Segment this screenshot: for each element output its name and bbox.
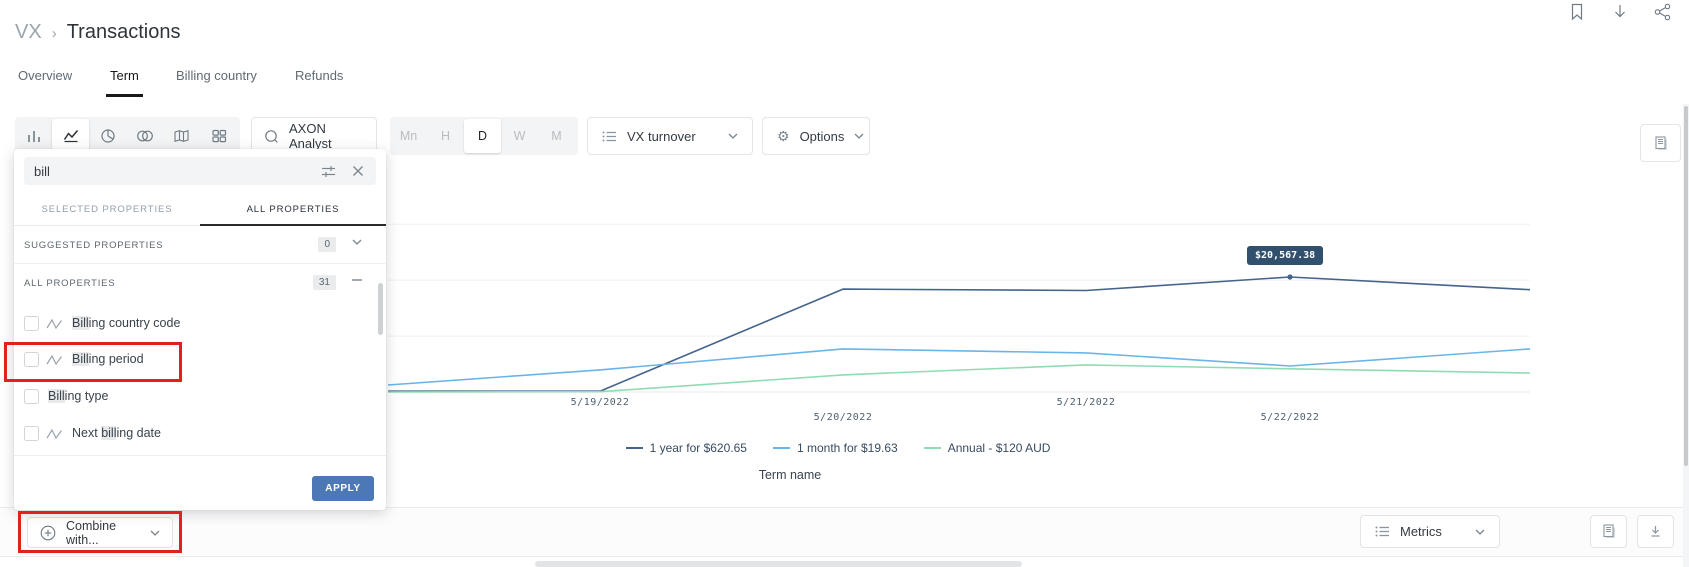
combine-with-button[interactable]: Combine with... (27, 517, 173, 548)
download-icon[interactable] (1609, 1, 1631, 23)
legend-color-dash (626, 447, 643, 449)
trend-line-icon (46, 353, 63, 366)
property-label: Billing type (48, 389, 108, 403)
chevron-down-icon (1475, 529, 1485, 535)
section-label: ALL PROPERTIES (24, 278, 115, 289)
apply-button[interactable]: APPLY (312, 476, 374, 501)
footer-bottom-divider (0, 556, 1689, 557)
table-report-button[interactable] (1590, 515, 1627, 548)
property-row-billing-country-code[interactable]: Billing country code (14, 306, 374, 342)
breadcrumb-separator-icon: › (52, 25, 57, 42)
section-suggested-properties[interactable]: SUGGESTED PROPERTIES 0 (14, 226, 386, 264)
legend-item[interactable]: 1 year for $620.65 (626, 441, 747, 455)
header-actions (1566, 1, 1674, 23)
count-badge: 31 (313, 275, 336, 290)
property-label: Next billing date (72, 426, 161, 440)
legend-label: 1 month for $19.63 (797, 441, 898, 455)
metrics-dropdown[interactable]: Metrics (1360, 515, 1500, 548)
tab-selected-properties[interactable]: SELECTED PROPERTIES (14, 193, 200, 226)
metrics-label: Metrics (1400, 524, 1442, 539)
trend-line-icon (46, 317, 63, 330)
axon-analyst-label: AXON Analyst (289, 121, 364, 151)
properties-panel: SELECTED PROPERTIES ALL PROPERTIES SUGGE… (14, 149, 386, 510)
legend-color-dash (773, 447, 790, 449)
section-label: SUGGESTED PROPERTIES (24, 240, 163, 251)
breadcrumb-root[interactable]: VX (15, 21, 42, 44)
axon-analyst-icon (264, 129, 279, 144)
combine-with-label: Combine with... (66, 519, 140, 547)
page-scrollbar[interactable] (1683, 104, 1689, 567)
checkbox[interactable] (24, 316, 39, 331)
tab-term[interactable]: Term (110, 68, 139, 97)
report-pages-icon (1601, 523, 1617, 540)
x-axis-tick: 5/21/2022 (1026, 397, 1146, 408)
granularity-d[interactable]: D (464, 119, 501, 153)
section-all-properties[interactable]: ALL PROPERTIES 31 (14, 264, 386, 302)
chevron-down-icon (728, 133, 738, 139)
report-copy-button[interactable] (1640, 124, 1681, 162)
trend-line-icon (46, 427, 63, 440)
chevron-down-icon[interactable] (352, 239, 362, 245)
property-row-billing-type[interactable]: Billing type (14, 379, 374, 415)
line-chart (388, 150, 1530, 393)
panel-scrollbar-thumb[interactable] (378, 283, 383, 335)
metric-dropdown-label: VX turnover (627, 129, 696, 144)
close-icon[interactable] (352, 165, 364, 177)
collapse-minus-icon[interactable] (352, 277, 362, 283)
gear-icon: ⚙ (777, 129, 790, 143)
x-axis-tick: 5/22/2022 (1230, 412, 1350, 423)
list-icon (1375, 525, 1390, 538)
x-axis-tick: 5/20/2022 (783, 412, 903, 423)
legend-color-dash (924, 447, 941, 449)
breadcrumb: VX › Transactions (15, 21, 180, 44)
chart-tooltip: $20,567.38 (1247, 246, 1323, 265)
legend-item[interactable]: 1 month for $19.63 (773, 441, 898, 455)
tab-overview[interactable]: Overview (18, 68, 72, 97)
plus-circle-icon (40, 525, 56, 541)
property-row-next-billing-date[interactable]: Next billing date (14, 416, 374, 452)
share-icon[interactable] (1652, 1, 1674, 23)
line-chart-icon[interactable] (52, 119, 89, 153)
table-horizontal-scrollbar[interactable] (535, 561, 1022, 567)
export-download-button[interactable] (1637, 515, 1674, 548)
count-badge: 0 (318, 237, 336, 252)
tab-refunds[interactable]: Refunds (295, 68, 343, 97)
report-pages-icon (1653, 135, 1669, 152)
download-box-icon (1648, 524, 1663, 539)
property-label: Billing period (72, 352, 144, 366)
list-icon (602, 130, 617, 143)
report-tabs: Overview Term Billing country Refunds (0, 68, 1689, 100)
page-title: Transactions (67, 21, 181, 44)
options-dropdown-label: Options (800, 129, 845, 144)
filter-sliders-icon[interactable] (321, 165, 336, 178)
x-axis-tick: 5/19/2022 (540, 397, 660, 408)
legend-label: Annual - $120 AUD (948, 441, 1051, 455)
chart-legend: 1 year for $620.65 1 month for $19.63 Annu… (438, 441, 1238, 455)
footer-divider (14, 455, 386, 456)
property-search-box (24, 157, 376, 185)
checkbox[interactable] (24, 426, 39, 441)
property-label: Billing country code (72, 316, 180, 330)
checkbox[interactable] (24, 389, 39, 404)
checkbox[interactable] (24, 352, 39, 367)
bookmark-icon[interactable] (1566, 1, 1588, 23)
transactions-report-page: VX › Transactions Overview Term Billing … (0, 0, 1689, 567)
property-row-billing-period[interactable]: Billing period (14, 342, 374, 378)
page-scrollbar-thumb[interactable] (1684, 106, 1688, 466)
x-axis-title: Term name (640, 468, 940, 482)
property-search-input[interactable] (34, 157, 284, 185)
tab-all-properties[interactable]: ALL PROPERTIES (200, 193, 386, 226)
legend-label: 1 year for $620.65 (650, 441, 747, 455)
tab-billing-country[interactable]: Billing country (176, 68, 257, 97)
chevron-down-icon (150, 530, 160, 536)
chevron-down-icon (854, 133, 864, 139)
legend-item[interactable]: Annual - $120 AUD (924, 441, 1051, 455)
